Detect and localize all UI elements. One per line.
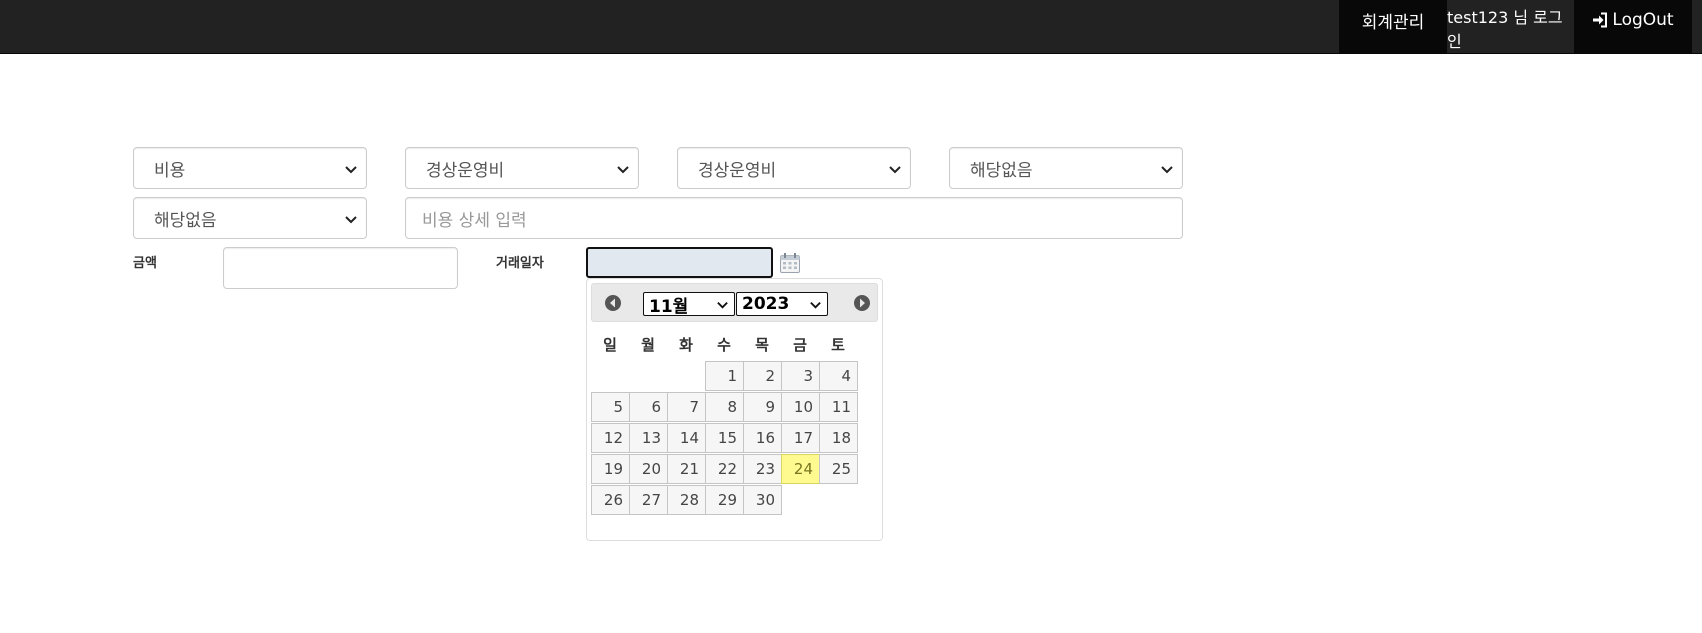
calendar-day[interactable]: 3 — [781, 361, 820, 391]
calendar-day[interactable]: 7 — [667, 392, 706, 422]
calendar-day[interactable]: 4 — [819, 361, 858, 391]
calendar-day[interactable]: 23 — [743, 454, 782, 484]
month-select[interactable]: 11월 — [643, 292, 735, 317]
calendar-day[interactable]: 15 — [705, 423, 744, 453]
date-input[interactable] — [586, 247, 773, 278]
chevron-down-icon — [1161, 166, 1173, 174]
calendar-day[interactable]: 17 — [781, 423, 820, 453]
datepicker: 11월 2023 일월화수목금토 1 2 3 4 5 6 7 8 9 10 11 12 13 14 15 16… — [586, 278, 883, 541]
calendar-day[interactable]: 10 — [781, 392, 820, 422]
chevron-down-icon — [717, 301, 728, 309]
amount-label: 금액 — [133, 256, 157, 271]
calendar-day[interactable]: 9 — [743, 392, 782, 422]
item-select[interactable]: 경상운영비 — [677, 147, 911, 189]
year-select[interactable]: 2023 — [736, 292, 828, 316]
amount-input[interactable] — [223, 247, 458, 289]
chevron-down-icon — [617, 166, 629, 174]
calendar-day[interactable]: 18 — [819, 423, 858, 453]
calendar-day[interactable]: 29 — [705, 485, 744, 515]
calendar-day[interactable]: 28 — [667, 485, 706, 515]
weekday-label: 월 — [641, 336, 655, 354]
calendar-day[interactable]: 1 — [705, 361, 744, 391]
calendar-day[interactable]: 16 — [743, 423, 782, 453]
circle-arrow-right-icon[interactable] — [853, 294, 871, 312]
weekday-label: 화 — [679, 336, 693, 354]
user-greeting-label: test123 님 로그인 — [1447, 8, 1563, 51]
category-select[interactable]: 비용 — [133, 147, 367, 189]
chevron-down-icon — [889, 166, 901, 174]
option-select-2[interactable]: 해당없음 — [133, 197, 367, 239]
subcategory-select[interactable]: 경상운영비 — [405, 147, 639, 189]
weekday-label: 금 — [793, 336, 807, 354]
weekday-label: 일 — [603, 336, 617, 354]
logout-label: LogOut — [1612, 10, 1674, 30]
option-select-1-value: 해당없음 — [970, 160, 1033, 181]
item-select-value: 경상운영비 — [698, 160, 777, 181]
calendar-day[interactable]: 19 — [591, 454, 630, 484]
calendar-day[interactable]: 22 — [705, 454, 744, 484]
calendar-icon[interactable] — [779, 252, 801, 274]
chevron-down-icon — [810, 301, 821, 309]
option-select-1[interactable]: 해당없음 — [949, 147, 1183, 189]
weekday-label: 수 — [717, 336, 731, 354]
sign-in-icon — [1592, 12, 1608, 28]
top-navbar: 회계관리 test123 님 로그인 LogOut — [0, 0, 1702, 54]
subcategory-select-value: 경상운영비 — [426, 160, 505, 181]
calendar-day[interactable]: 20 — [629, 454, 668, 484]
logout-button[interactable]: LogOut — [1574, 0, 1692, 54]
calendar-day[interactable]: 13 — [629, 423, 668, 453]
weekday-label: 토 — [831, 336, 845, 354]
calendar-day[interactable]: 6 — [629, 392, 668, 422]
date-label: 거래일자 — [496, 256, 544, 271]
category-select-value: 비용 — [154, 160, 186, 181]
nav-accounting-label: 회계관리 — [1361, 12, 1425, 33]
detail-input-placeholder: 비용 상세 입력 — [422, 210, 527, 231]
chevron-down-icon — [345, 166, 357, 174]
circle-arrow-left-icon[interactable] — [604, 294, 622, 312]
weekday-label: 목 — [755, 336, 769, 354]
month-select-value: 11월 — [649, 296, 689, 317]
calendar-day[interactable]: 30 — [743, 485, 782, 515]
calendar-day[interactable]: 8 — [705, 392, 744, 422]
user-greeting: test123 님 로그인 — [1447, 0, 1574, 54]
calendar-day[interactable]: 5 — [591, 392, 630, 422]
calendar-day[interactable]: 14 — [667, 423, 706, 453]
chevron-down-icon — [345, 216, 357, 224]
nav-accounting[interactable]: 회계관리 — [1339, 0, 1447, 54]
calendar-day[interactable]: 25 — [819, 454, 858, 484]
calendar-day-today[interactable]: 24 — [781, 454, 820, 484]
calendar-day[interactable]: 27 — [629, 485, 668, 515]
calendar-day[interactable]: 21 — [667, 454, 706, 484]
option-select-2-value: 해당없음 — [154, 210, 217, 231]
calendar-day[interactable]: 2 — [743, 361, 782, 391]
calendar-day[interactable]: 26 — [591, 485, 630, 515]
year-select-value: 2023 — [742, 294, 790, 314]
datepicker-header: 11월 2023 — [591, 283, 878, 322]
calendar-day[interactable]: 12 — [591, 423, 630, 453]
calendar-day[interactable]: 11 — [819, 392, 858, 422]
detail-input[interactable]: 비용 상세 입력 — [405, 197, 1183, 239]
